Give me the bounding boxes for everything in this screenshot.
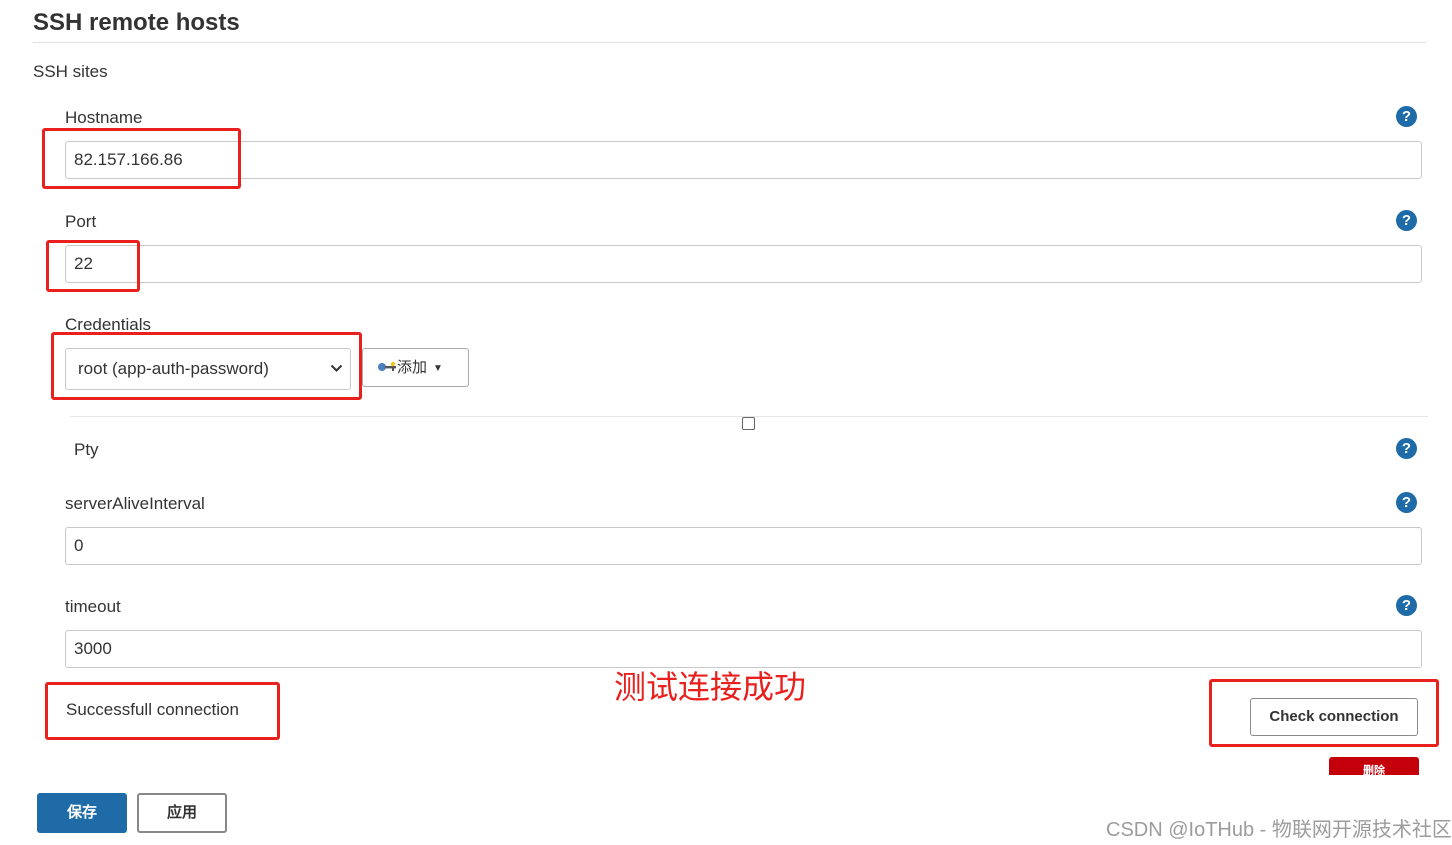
annotation-box-port bbox=[46, 240, 140, 292]
annotation-box-status bbox=[45, 682, 280, 740]
annotation-box-check-connection bbox=[1209, 679, 1439, 747]
pty-label: Pty bbox=[74, 440, 99, 459]
server-alive-interval-help-icon[interactable]: ? bbox=[1396, 492, 1417, 513]
subsection-title: SSH sites bbox=[33, 62, 108, 81]
pty-help-icon[interactable]: ? bbox=[1396, 438, 1417, 459]
section-divider bbox=[33, 42, 1426, 43]
port-label: Port bbox=[65, 212, 97, 231]
section-title: SSH remote hosts bbox=[33, 9, 240, 36]
watermark: CSDN @IoTHub - 物联网开源技术社区 bbox=[1106, 819, 1452, 841]
add-credentials-button[interactable]: 添加 ▼ bbox=[362, 348, 469, 387]
timeout-label: timeout bbox=[65, 597, 121, 616]
key-icon bbox=[377, 350, 397, 387]
annotation-text: 测试连接成功 bbox=[614, 669, 807, 705]
delete-button[interactable]: 删除 bbox=[1329, 757, 1419, 775]
hostname-help-icon[interactable]: ? bbox=[1396, 106, 1417, 127]
port-input[interactable] bbox=[65, 245, 1422, 283]
server-alive-interval-input[interactable] bbox=[65, 527, 1422, 565]
timeout-help-icon[interactable]: ? bbox=[1396, 595, 1417, 616]
apply-button[interactable]: 应用 bbox=[137, 793, 227, 833]
annotation-box-hostname bbox=[42, 128, 241, 189]
port-help-icon[interactable]: ? bbox=[1396, 210, 1417, 231]
save-button[interactable]: 保存 bbox=[37, 793, 127, 833]
server-alive-interval-label: serverAliveInterval bbox=[65, 494, 205, 513]
hostname-input[interactable] bbox=[65, 141, 1422, 179]
pty-checkbox[interactable] bbox=[742, 417, 755, 430]
annotation-box-credentials bbox=[51, 332, 362, 400]
caret-down-icon: ▼ bbox=[433, 362, 443, 374]
hostname-label: Hostname bbox=[65, 108, 143, 127]
add-credentials-label: 添加 bbox=[397, 359, 428, 376]
